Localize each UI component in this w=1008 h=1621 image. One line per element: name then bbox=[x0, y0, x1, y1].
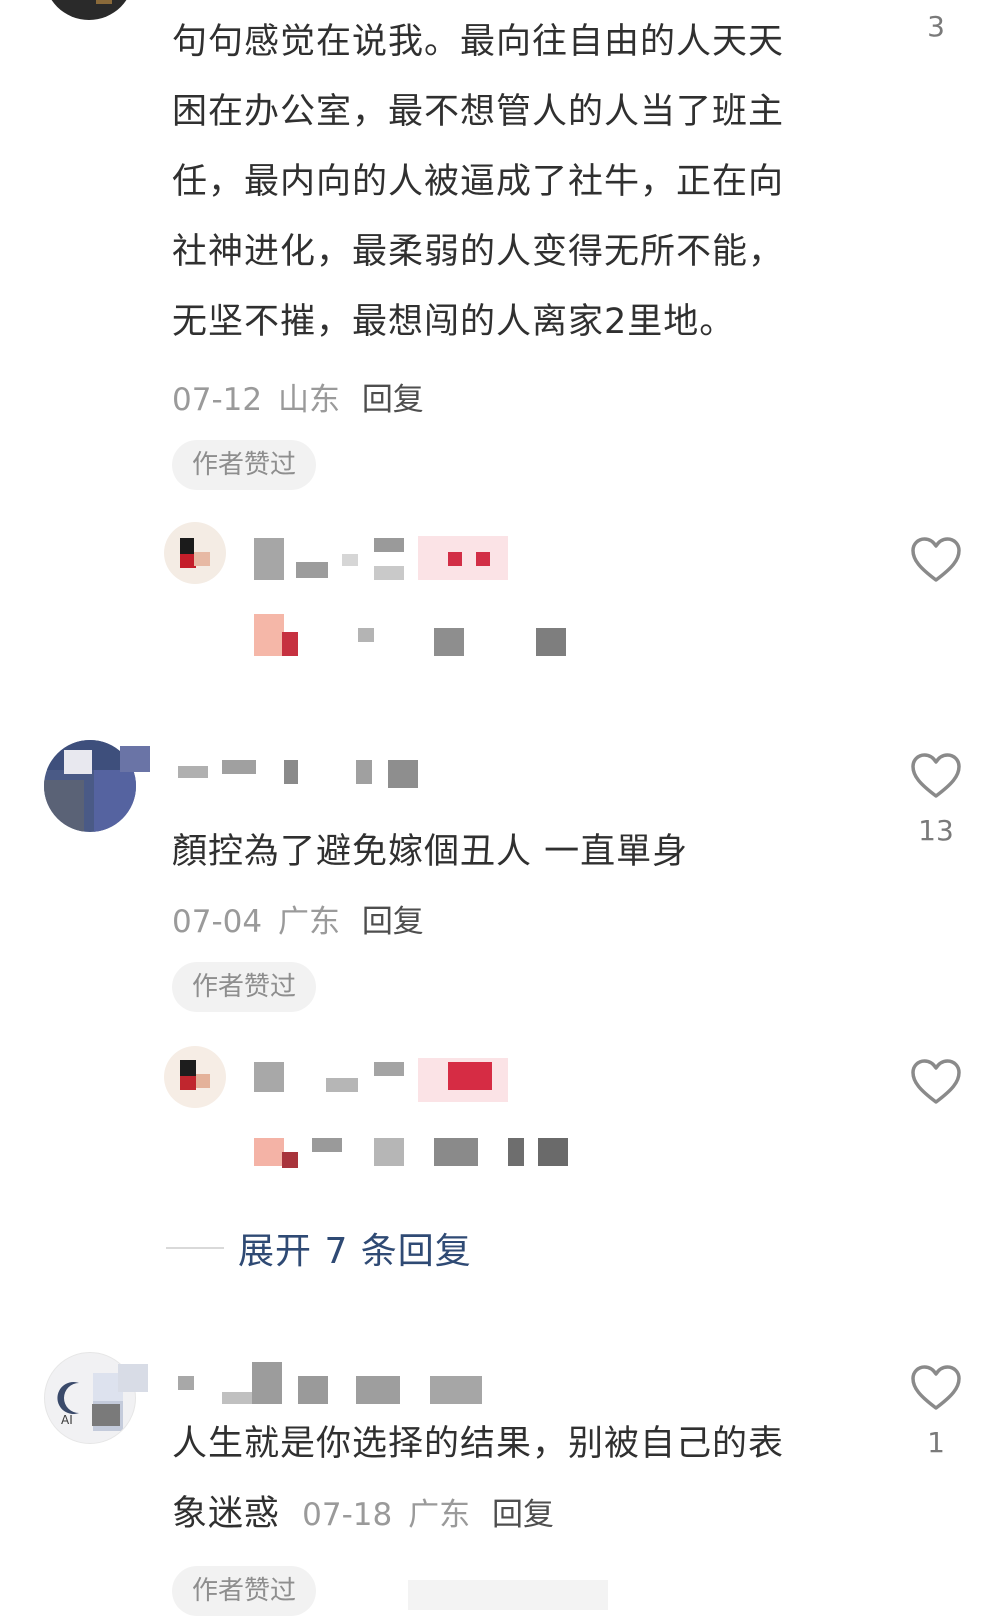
censored-name-mosaic bbox=[120, 746, 150, 772]
comment-meta: 07-12 山东 回复 bbox=[172, 374, 424, 419]
avatar-label: AI bbox=[61, 1413, 73, 1427]
reply-avatar[interactable] bbox=[164, 522, 226, 584]
reply-button[interactable]: 回复 bbox=[362, 382, 424, 418]
censored-name-mosaic bbox=[252, 1362, 282, 1404]
censored-name-mosaic bbox=[222, 760, 256, 774]
comment-location: 广东 bbox=[277, 904, 340, 940]
censored-name-mosaic bbox=[118, 1364, 148, 1392]
censored-name-mosaic bbox=[178, 766, 208, 778]
mosaic-block bbox=[180, 538, 194, 554]
like-heart-icon[interactable] bbox=[910, 752, 962, 800]
comment-text-line: 困在办公室，最不想管人的人当了班主 bbox=[172, 92, 785, 132]
censored-text-mosaic bbox=[434, 628, 464, 656]
reply-avatar[interactable] bbox=[164, 1046, 226, 1108]
censored-name-mosaic bbox=[388, 760, 418, 788]
censored-text-mosaic bbox=[254, 614, 284, 656]
comment-text-line: 句句感觉在说我。最向往自由的人天天 bbox=[172, 22, 785, 62]
like-heart-icon[interactable] bbox=[910, 536, 962, 584]
censored-name-mosaic bbox=[326, 1078, 358, 1092]
comment-text-line: 社神进化，最柔弱的人变得无所不能， bbox=[172, 232, 785, 272]
censored-text-mosaic bbox=[536, 628, 566, 656]
censored-name-mosaic bbox=[374, 566, 404, 580]
censored-name-mosaic bbox=[356, 1376, 400, 1404]
censored-text-mosaic bbox=[312, 1138, 342, 1152]
censored-text-mosaic bbox=[282, 1152, 298, 1168]
censored-name-mosaic bbox=[92, 1404, 120, 1426]
mosaic-block bbox=[180, 1060, 196, 1076]
comment-meta: 07-04 广东 回复 bbox=[172, 896, 424, 941]
censored-badge-mosaic bbox=[418, 536, 508, 580]
censored-text-mosaic bbox=[358, 628, 374, 642]
censored-text-mosaic bbox=[508, 1138, 524, 1166]
like-heart-icon[interactable] bbox=[910, 1058, 962, 1106]
avatar-detail bbox=[96, 0, 112, 4]
censored-name-mosaic bbox=[178, 1376, 194, 1390]
author-liked-badge: 作者赞过 bbox=[172, 1566, 316, 1616]
comment-text: 顏控為了避免嫁個丑人 一直單身 bbox=[172, 832, 689, 872]
censored-name-mosaic bbox=[356, 760, 372, 784]
censored-name-mosaic bbox=[254, 1062, 284, 1092]
censored-text-mosaic bbox=[282, 632, 298, 656]
mosaic-block bbox=[44, 780, 84, 832]
comment-meta: 07-18 广东 回复 bbox=[292, 1497, 554, 1533]
reply-button[interactable]: 回复 bbox=[362, 904, 424, 940]
censored-name-mosaic bbox=[298, 1376, 328, 1404]
censored-text-mosaic bbox=[408, 1580, 608, 1610]
censored-badge-mosaic bbox=[448, 1062, 492, 1090]
censored-badge-mosaic bbox=[476, 552, 490, 566]
like-count: 1 bbox=[927, 1426, 945, 1459]
comment-text-line: 人生就是你选择的结果，别被自己的表 bbox=[172, 1424, 785, 1464]
censored-name-mosaic bbox=[284, 760, 298, 784]
censored-name-mosaic bbox=[374, 538, 404, 552]
comment-date: 07-18 bbox=[302, 1497, 393, 1533]
comment-text-tail: 象迷惑 bbox=[172, 1494, 281, 1534]
mosaic-block bbox=[94, 770, 136, 832]
censored-name-mosaic bbox=[342, 554, 358, 566]
censored-text-mosaic bbox=[434, 1138, 478, 1166]
reply-button[interactable]: 回复 bbox=[492, 1497, 554, 1533]
mosaic-block bbox=[196, 1074, 210, 1088]
expand-divider bbox=[166, 1247, 224, 1249]
censored-badge-mosaic bbox=[448, 552, 462, 566]
like-heart-icon[interactable] bbox=[910, 1364, 962, 1412]
mosaic-block bbox=[64, 750, 92, 774]
comment-text-line: 无坚不摧，最想闯的人离家2里地。 bbox=[172, 302, 736, 342]
censored-name-mosaic bbox=[222, 1392, 252, 1404]
censored-text-mosaic bbox=[254, 1138, 284, 1166]
comment-location: 广东 bbox=[408, 1497, 471, 1533]
censored-name-mosaic bbox=[430, 1376, 482, 1404]
censored-text-mosaic bbox=[538, 1138, 568, 1166]
author-liked-badge: 作者赞过 bbox=[172, 440, 316, 490]
censored-text-mosaic bbox=[374, 1138, 404, 1166]
comment-date: 07-04 bbox=[172, 904, 263, 940]
author-liked-badge: 作者赞过 bbox=[172, 962, 316, 1012]
censored-name-mosaic bbox=[296, 562, 328, 578]
like-count: 13 bbox=[918, 814, 954, 847]
censored-name-mosaic bbox=[254, 538, 284, 580]
censored-name-mosaic bbox=[374, 1062, 404, 1076]
mosaic-block bbox=[194, 552, 210, 566]
comment-date: 07-12 bbox=[172, 382, 263, 418]
comment-location: 山东 bbox=[277, 382, 340, 418]
expand-replies-button[interactable]: 展开 7 条回复 bbox=[238, 1222, 472, 1274]
mosaic-block bbox=[180, 1076, 196, 1090]
commenter-avatar[interactable] bbox=[44, 0, 134, 20]
comment-text-line: 象迷惑 07-18 广东 回复 bbox=[172, 1478, 554, 1551]
like-count: 3 bbox=[927, 10, 945, 43]
comment-text-line: 任，最内向的人被逼成了社牛，正在向 bbox=[172, 162, 785, 202]
